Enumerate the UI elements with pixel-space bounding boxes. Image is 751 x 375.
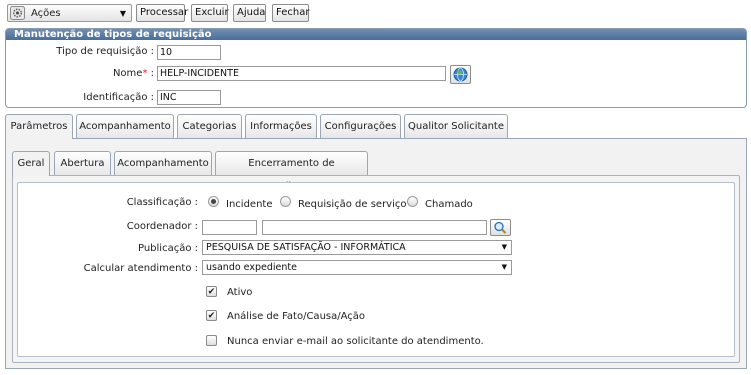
publicacao-value: PESQUISA DE SATISFAÇÃO - INFORMÁTICA bbox=[206, 242, 406, 253]
tab-qualitor-solicitante[interactable]: Qualitor Solicitante bbox=[404, 114, 508, 138]
actions-dropdown[interactable]: Ações ▼ bbox=[7, 4, 132, 22]
process-button[interactable]: Processar bbox=[136, 4, 188, 22]
checkbox-ativo-label: Ativo bbox=[227, 287, 253, 298]
globe-button[interactable] bbox=[450, 65, 471, 84]
radio-requisicao-label: Requisição de serviço bbox=[298, 199, 407, 210]
radio-incidente-label: Incidente bbox=[226, 199, 273, 210]
subtab-encerramento[interactable]: Encerramento de atendimento bbox=[215, 151, 368, 192]
actions-label: Ações bbox=[31, 7, 61, 19]
checkbox-nunca-enviar[interactable] bbox=[206, 335, 217, 346]
coordenador-name-input[interactable] bbox=[262, 220, 487, 235]
classificacao-label: Classificação : bbox=[126, 197, 198, 208]
panel-title: Manutenção de tipos de requisição bbox=[6, 29, 746, 40]
tab-informacoes[interactable]: Informações bbox=[245, 114, 317, 138]
nome-input[interactable]: HELP-INCIDENTE bbox=[157, 66, 446, 81]
tipo-label: Tipo de requisição : bbox=[56, 46, 154, 57]
tab-parametros[interactable]: Parâmetros bbox=[5, 114, 73, 139]
checkbox-ativo[interactable]: ✔ bbox=[206, 286, 217, 297]
calcular-label: Calcular atendimento : bbox=[83, 263, 198, 274]
help-button[interactable]: Ajuda bbox=[233, 4, 266, 22]
nome-label-group: Nome* : bbox=[40, 68, 154, 79]
magnifier-icon bbox=[494, 221, 507, 234]
ident-input[interactable]: INC bbox=[157, 90, 221, 105]
tab-acompanhamento[interactable]: Acompanhamento bbox=[76, 114, 174, 138]
required-marker: * bbox=[142, 68, 148, 79]
ident-label: Identificação : bbox=[83, 92, 154, 103]
delete-button[interactable]: Excluir bbox=[191, 4, 229, 22]
coordenador-search-button[interactable] bbox=[490, 219, 511, 236]
chevron-down-icon: ▼ bbox=[501, 263, 507, 271]
radio-chamado[interactable] bbox=[407, 196, 418, 207]
chevron-down-icon: ▼ bbox=[119, 8, 126, 18]
radio-incidente[interactable] bbox=[208, 196, 219, 207]
close-button[interactable]: Fechar bbox=[272, 4, 309, 22]
chevron-down-icon: ▼ bbox=[501, 243, 507, 251]
radio-requisicao[interactable] bbox=[280, 196, 291, 207]
subtab-geral[interactable]: Geral bbox=[12, 151, 50, 176]
nome-label: Nome bbox=[112, 68, 143, 79]
checkbox-analise-label: Análise de Fato/Causa/Ação bbox=[227, 311, 366, 322]
tab-configuracoes[interactable]: Configurações bbox=[320, 114, 401, 138]
calcular-value: usando expediente bbox=[206, 262, 297, 273]
publicacao-label: Publicação : bbox=[137, 243, 198, 254]
calcular-select[interactable]: usando expediente ▼ bbox=[202, 260, 512, 275]
checkbox-nunca-enviar-label: Nunca enviar e-mail ao solicitante do at… bbox=[227, 336, 484, 347]
coordenador-label: Coordenador : bbox=[126, 221, 198, 232]
coordenador-code-input[interactable] bbox=[202, 220, 257, 235]
gear-icon bbox=[10, 6, 25, 20]
nome-colon: : bbox=[150, 68, 154, 79]
publicacao-select[interactable]: PESQUISA DE SATISFAÇÃO - INFORMÁTICA ▼ bbox=[202, 240, 512, 255]
radio-chamado-label: Chamado bbox=[425, 199, 473, 210]
tipo-input[interactable]: 10 bbox=[157, 45, 221, 60]
checkbox-analise[interactable]: ✔ bbox=[206, 310, 217, 321]
globe-icon bbox=[453, 67, 468, 82]
tab-categorias[interactable]: Categorias bbox=[177, 114, 242, 138]
subtab-abertura[interactable]: Abertura bbox=[54, 151, 111, 175]
subtab-acompanhamento[interactable]: Acompanhamento bbox=[114, 151, 212, 175]
